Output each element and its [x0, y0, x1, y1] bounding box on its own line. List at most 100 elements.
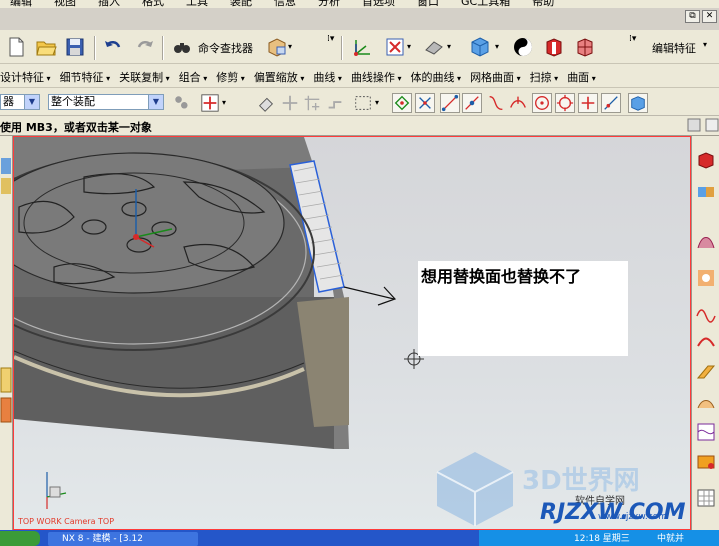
- line-snap-icon: [441, 94, 459, 112]
- snap-on-curve-button[interactable]: [601, 93, 621, 113]
- snap-endpoint-button[interactable]: [392, 93, 412, 113]
- toolbar-overflow-icon[interactable]: ⁞▾: [629, 34, 636, 44]
- start-button[interactable]: [0, 531, 40, 546]
- dropdown-arrow-icon[interactable]: ▾: [222, 98, 226, 107]
- redo-icon[interactable]: [134, 36, 156, 58]
- feature-menu-item[interactable]: 曲线操作: [351, 69, 402, 85]
- feature-menu-item[interactable]: 细节特征: [60, 69, 111, 85]
- menu-item[interactable]: 首选项: [362, 0, 395, 8]
- clock[interactable]: 12:18 星期三: [574, 531, 630, 544]
- snap-center-button[interactable]: [532, 93, 552, 113]
- annotation-note: 想用替换面也替换不了: [418, 261, 628, 356]
- snap-on-face-button[interactable]: [628, 93, 648, 113]
- toolbar-overflow-icon[interactable]: ⁞▾: [327, 34, 334, 44]
- shaded-view-icon[interactable]: [423, 36, 445, 58]
- menu-item[interactable]: 插入: [98, 0, 120, 8]
- chevron-down-icon[interactable]: ▼: [24, 95, 39, 109]
- menu-item[interactable]: 工具: [186, 0, 208, 8]
- new-file-icon[interactable]: [5, 36, 27, 58]
- selection-scope-combo[interactable]: 整个装配 ▼: [48, 94, 164, 110]
- menu-item[interactable]: 窗口: [417, 0, 439, 8]
- snap-existing-point-button[interactable]: [578, 93, 598, 113]
- menu-item[interactable]: 视图: [54, 0, 76, 8]
- quadrant-point-icon: [556, 94, 574, 112]
- fill-surface-icon[interactable]: [696, 452, 716, 472]
- dropdown-arrow-icon[interactable]: ▾: [288, 42, 292, 51]
- package-icon[interactable]: [266, 36, 288, 58]
- feature-menu-item[interactable]: 扫掠: [530, 69, 559, 85]
- restore-button[interactable]: ⧉: [685, 10, 700, 23]
- mesh-icon[interactable]: [696, 422, 716, 442]
- feature-menu-item[interactable]: 修剪: [216, 69, 245, 85]
- midpoint-snap-icon: [419, 97, 431, 109]
- curve-rule-icon[interactable]: [325, 93, 345, 113]
- snap-midpoint-button[interactable]: [415, 93, 435, 113]
- menu-item[interactable]: GC工具箱: [461, 0, 510, 8]
- dropdown-arrow-icon[interactable]: ▾: [495, 42, 499, 51]
- grid-tool-icon[interactable]: [696, 488, 716, 508]
- wave-icon[interactable]: [696, 304, 716, 324]
- snap-view-icon[interactable]: [384, 36, 406, 58]
- feature-menu-item[interactable]: 网格曲面: [470, 69, 521, 85]
- feature-menu-item[interactable]: 组合: [179, 69, 208, 85]
- feature-menu-item[interactable]: 关联复制: [119, 69, 170, 85]
- section-icon[interactable]: [696, 268, 716, 288]
- chevron-down-icon[interactable]: ▼: [148, 95, 163, 109]
- ime-indicator[interactable]: 中就并: [657, 531, 684, 544]
- open-folder-icon[interactable]: [35, 36, 57, 58]
- status-options-icon[interactable]: [687, 118, 701, 132]
- menu-item[interactable]: 格式: [142, 0, 164, 8]
- intersection-snap-icon[interactable]: [508, 93, 528, 113]
- menu-item[interactable]: 帮助: [532, 0, 554, 8]
- close-button[interactable]: ✕: [702, 10, 717, 23]
- feature-menu-item[interactable]: 偏置缩放: [254, 69, 305, 85]
- feature-menu-item[interactable]: 体的曲线: [411, 69, 462, 85]
- surface-icon[interactable]: [696, 362, 716, 382]
- rectangle-select-icon[interactable]: [353, 93, 373, 113]
- menu-item[interactable]: 编辑: [10, 0, 32, 8]
- red-cube-icon[interactable]: [696, 150, 716, 170]
- menu-item[interactable]: 装配: [230, 0, 252, 8]
- feature-menus: 设计特征细节特征关联复制组合修剪偏置缩放曲线曲线操作体的曲线网格曲面扫掠曲面: [0, 69, 605, 85]
- edit-feature-label[interactable]: 编辑特征: [652, 40, 696, 56]
- dropdown-arrow-icon[interactable]: ▾: [703, 40, 707, 49]
- binoculars-icon[interactable]: [171, 36, 193, 58]
- type-filter-combo[interactable]: 器 ▼: [0, 94, 40, 110]
- feature-menu-item[interactable]: 曲面: [567, 69, 596, 85]
- snap-quadrant-button[interactable]: [555, 93, 575, 113]
- wcs-axes-icon[interactable]: [351, 36, 373, 58]
- taskbar-app-button[interactable]: NX 8 - 建模 - [3.12: [48, 532, 198, 546]
- status-view-icon[interactable]: [705, 118, 719, 132]
- snap-line-button[interactable]: [440, 93, 460, 113]
- red-body-icon[interactable]: [543, 36, 565, 58]
- ruled-surface-icon[interactable]: [696, 392, 716, 412]
- cube-icon[interactable]: [469, 36, 491, 58]
- sweep-icon[interactable]: [696, 332, 716, 352]
- feature-menu-item[interactable]: 曲线: [313, 69, 342, 85]
- undo-icon[interactable]: [102, 36, 124, 58]
- separator: [94, 36, 96, 60]
- dropdown-arrow-icon[interactable]: ▾: [375, 98, 379, 107]
- snap-control-button[interactable]: [462, 93, 482, 113]
- command-finder-label[interactable]: 命令查找器: [198, 40, 253, 56]
- snap-point-icon[interactable]: [280, 93, 300, 113]
- menu-item[interactable]: 信息: [274, 0, 296, 8]
- curve-snap-icon[interactable]: [486, 93, 506, 113]
- grid-body-icon[interactable]: [574, 36, 596, 58]
- left-tool-icon[interactable]: [0, 366, 12, 426]
- graphics-window[interactable]: 想用替换面也替换不了 TOP WORK Camera TOP: [13, 136, 691, 530]
- yin-yang-icon[interactable]: [512, 36, 534, 58]
- feature-menu-item[interactable]: 设计特征: [0, 69, 51, 85]
- dropdown-arrow-icon[interactable]: ▾: [447, 42, 451, 51]
- filter-settings-icon[interactable]: [172, 93, 190, 111]
- assembly-icon[interactable]: [696, 182, 716, 202]
- dropdown-arrow-icon[interactable]: ▾: [407, 42, 411, 51]
- eraser-icon[interactable]: [256, 93, 276, 113]
- save-icon[interactable]: [64, 36, 86, 58]
- menu-item[interactable]: 分析: [318, 0, 340, 8]
- selection-scope-value: 整个装配: [51, 95, 95, 108]
- left-tool-icon[interactable]: [0, 156, 12, 196]
- select-all-icon[interactable]: [200, 93, 220, 113]
- curve-tool-icon[interactable]: [696, 232, 716, 252]
- snap-points-icon[interactable]: [302, 93, 322, 113]
